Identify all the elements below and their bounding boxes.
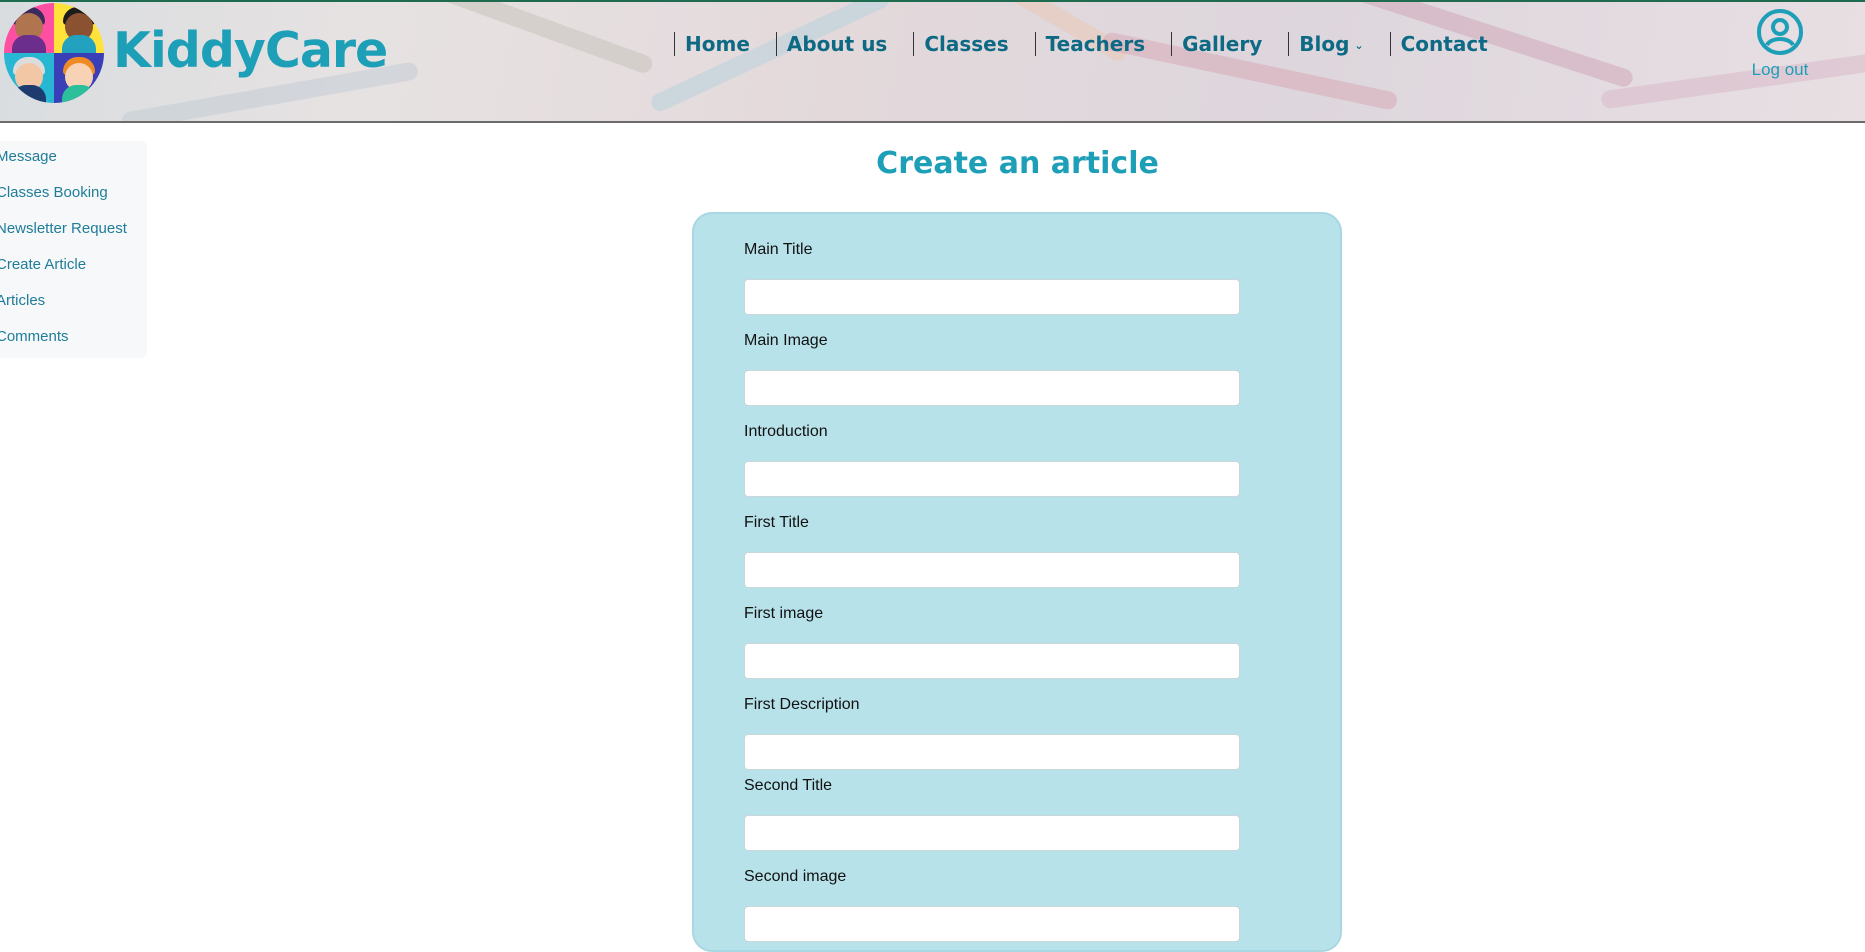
nav-home-label: Home xyxy=(685,32,750,56)
first-title-input[interactable] xyxy=(744,552,1240,588)
main-nav: Home About us Classes Teachers Gallery B… xyxy=(674,32,1488,56)
main-title-label: Main Title xyxy=(744,241,813,258)
second-title-input[interactable] xyxy=(744,815,1240,851)
nav-gallery-label: Gallery xyxy=(1182,32,1263,56)
sidebar-item-classes-booking[interactable]: Classes Booking xyxy=(0,185,147,222)
sidebar-item-comments[interactable]: Comments xyxy=(0,329,147,366)
main-image-label: Main Image xyxy=(744,332,828,349)
nav-blog-label: Blog xyxy=(1299,32,1350,56)
nav-contact-label: Contact xyxy=(1400,32,1488,56)
create-article-form: Main Title Main Image Introduction First… xyxy=(692,212,1342,952)
introduction-input[interactable] xyxy=(744,461,1240,497)
page-title: Create an article xyxy=(876,146,1159,181)
nav-about-us[interactable]: About us xyxy=(775,32,888,56)
sidebar-item-newsletter-request[interactable]: Newsletter Request xyxy=(0,221,147,258)
second-image-label: Second image xyxy=(744,868,847,885)
logout-button[interactable]: Log out xyxy=(1745,8,1815,80)
main-title-input[interactable] xyxy=(744,279,1240,315)
nav-teachers-label: Teachers xyxy=(1045,32,1146,56)
nav-teachers[interactable]: Teachers xyxy=(1034,32,1146,56)
nav-classes[interactable]: Classes xyxy=(913,32,1009,56)
background-pencil xyxy=(648,2,892,115)
sidebar-item-articles[interactable]: Articles xyxy=(0,293,147,330)
main-image-input[interactable] xyxy=(744,370,1240,406)
logout-label: Log out xyxy=(1751,60,1809,79)
chevron-down-icon: ⌄ xyxy=(1354,38,1364,52)
first-description-input[interactable] xyxy=(744,734,1240,770)
second-title-label: Second Title xyxy=(744,777,833,794)
first-image-label: First image xyxy=(744,605,824,622)
first-image-input[interactable] xyxy=(744,643,1240,679)
nav-classes-label: Classes xyxy=(924,32,1009,56)
nav-contact[interactable]: Contact xyxy=(1389,32,1488,56)
nav-home[interactable]: Home xyxy=(674,32,750,56)
introduction-label: Introduction xyxy=(744,423,828,440)
first-description-label: First Description xyxy=(744,696,860,713)
background-pencil xyxy=(385,2,655,76)
first-title-label: First Title xyxy=(744,514,809,531)
background-pencil xyxy=(1600,52,1865,110)
nav-about-us-label: About us xyxy=(786,32,888,56)
kids-faces-logo-icon[interactable] xyxy=(4,3,104,103)
sidebar-item-create-article[interactable]: Create Article xyxy=(0,257,147,294)
brand-name[interactable]: KiddyCare xyxy=(113,22,388,79)
nav-blog[interactable]: Blog ⌄ xyxy=(1288,32,1364,56)
user-circle-icon xyxy=(1745,8,1815,56)
site-header: KiddyCare Home About us Classes Teachers… xyxy=(0,0,1865,123)
second-image-input[interactable] xyxy=(744,906,1240,942)
nav-gallery[interactable]: Gallery xyxy=(1171,32,1262,56)
